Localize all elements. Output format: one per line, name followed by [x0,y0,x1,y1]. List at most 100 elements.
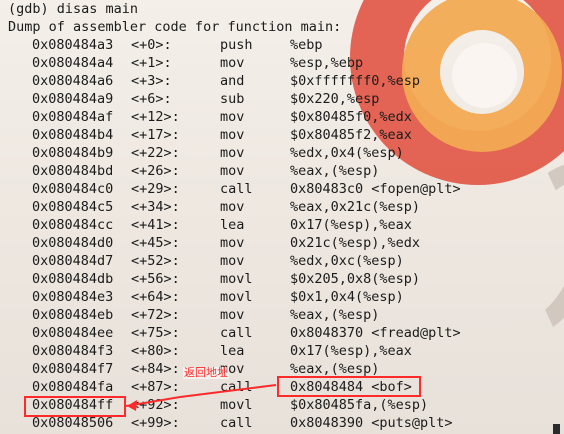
instruction-operands: %esp,%ebp [290,55,364,71]
instruction-row: 0x080484b9 <+22>: mov %edx,0x4(%esp) [8,144,564,162]
instruction-address: 0x080484f3 [32,343,114,359]
instruction-row: 0x080484a4 <+1>: mov %esp,%ebp [8,54,564,72]
instruction-mnemonic: mov [220,253,245,269]
instruction-operands: $0x80485f2,%eax [290,127,412,143]
instruction-operands: 0x21c(%esp),%edx [290,235,421,251]
instruction-row: 0x080484a6 <+3>: and $0xfffffff0,%esp [8,72,564,90]
instruction-row: 0x080484cc <+41>: lea 0x17(%esp),%eax [8,216,564,234]
instruction-mnemonic: mov [220,199,245,215]
instruction-row: 0x080484b4 <+17>: mov $0x80485f2,%eax [8,126,564,144]
instruction-address: 0x08048506 [32,415,114,431]
instruction-row: 0x080484c0 <+29>: call 0x80483c0 <fopen@… [8,180,564,198]
instruction-row: 0x080484f3 <+80>: lea 0x17(%esp),%eax [8,342,564,360]
instruction-offset: <+56>: [131,271,180,287]
gdb-command-line: (gdb) disas main [8,1,139,17]
instruction-row: 0x080484fa <+87>: call 0x8048484 <bof> [8,378,564,396]
instruction-row: 0x080484d7 <+52>: mov %edx,0xc(%esp) [8,252,564,270]
instruction-operands: %eax,(%esp) [290,361,380,377]
instruction-address: 0x080484fa [32,379,114,395]
instruction-address: 0x080484a4 [32,55,114,71]
instruction-address: 0x080484f7 [32,361,114,377]
instruction-row: 0x080484eb <+72>: mov %eax,(%esp) [8,306,564,324]
instruction-address: 0x080484c0 [32,181,114,197]
instruction-address: 0x080484b9 [32,145,114,161]
instruction-address: 0x080484eb [32,307,114,323]
instruction-operands: %eax,(%esp) [290,163,380,179]
instruction-offset: <+12>: [131,109,180,125]
instruction-address: 0x080484ee [32,325,114,341]
instruction-offset: <+6>: [131,91,172,107]
instruction-row: 0x08048506 <+99>: call 0x8048390 <puts@p… [8,414,564,432]
instruction-mnemonic: mov [220,163,245,179]
instruction-operands: 0x17(%esp),%eax [290,217,412,233]
instruction-operands: %ebp [290,37,323,53]
instruction-offset: <+64>: [131,289,180,305]
instruction-mnemonic: movl [220,271,253,287]
instruction-offset: <+84>: [131,361,180,377]
instruction-mnemonic: call [220,415,253,431]
instruction-offset: <+1>: [131,55,172,71]
instruction-operands: $0x80485fa,(%esp) [290,397,429,413]
instruction-operands: %eax,0x21c(%esp) [290,199,421,215]
instruction-row: 0x080484e3 <+64>: movl $0x1,0x4(%esp) [8,288,564,306]
instruction-row: 0x080484ff <+92>: movl $0x80485fa,(%esp) [8,396,564,414]
instruction-offset: <+17>: [131,127,180,143]
instruction-offset: <+45>: [131,235,180,251]
instruction-row: 0x080484bd <+26>: mov %eax,(%esp) [8,162,564,180]
instruction-mnemonic: mov [220,127,245,143]
instruction-offset: <+99>: [131,415,180,431]
instruction-address: 0x080484b4 [32,127,114,143]
instruction-offset: <+26>: [131,163,180,179]
instruction-offset: <+3>: [131,73,172,89]
return-address-annotation: 返回地址 [183,366,229,379]
instruction-operands: %eax,(%esp) [290,307,380,323]
instruction-row: 0x080484db <+56>: movl $0x205,0x8(%esp) [8,270,564,288]
instruction-offset: <+72>: [131,307,180,323]
instruction-operands: $0xfffffff0,%esp [290,73,421,89]
instruction-operands: $0x1,0x4(%esp) [290,289,404,305]
instruction-operands: 0x17(%esp),%eax [290,343,412,359]
instruction-mnemonic: movl [220,397,253,413]
instruction-mnemonic: push [220,37,253,53]
instruction-mnemonic: mov [220,145,245,161]
instruction-operands: %edx,0x4(%esp) [290,145,404,161]
instruction-mnemonic: lea [220,343,245,359]
instruction-operands: 0x8048484 <bof> [290,379,412,395]
instruction-address: 0x080484cc [32,217,114,233]
instruction-mnemonic: mov [220,109,245,125]
instruction-address: 0x080484c5 [32,199,114,215]
instruction-operands: $0x80485f0,%edx [290,109,412,125]
terminal-cursor [553,424,560,434]
instruction-address: 0x080484a9 [32,91,114,107]
instruction-operands: %edx,0xc(%esp) [290,253,404,269]
instruction-address: 0x080484af [32,109,114,125]
instruction-offset: <+0>: [131,37,172,53]
instruction-address: 0x080484d0 [32,235,114,251]
instruction-address: 0x080484bd [32,163,114,179]
disassembly-header: Dump of assembler code for function main… [8,19,342,35]
instruction-mnemonic: mov [220,55,245,71]
instruction-mnemonic: call [220,325,253,341]
instruction-offset: <+29>: [131,181,180,197]
instruction-mnemonic: call [220,181,253,197]
instruction-mnemonic: mov [220,235,245,251]
instruction-offset: <+80>: [131,343,180,359]
instruction-row: 0x080484f7 <+84>: mov %eax,(%esp) [8,360,564,378]
instruction-address: 0x080484e3 [32,289,114,305]
instruction-mnemonic: call [220,379,253,395]
instruction-operands: $0x205,0x8(%esp) [290,271,421,287]
instruction-address: 0x080484a6 [32,73,114,89]
instruction-operands: 0x80483c0 <fopen@plt> [290,181,461,197]
instruction-mnemonic: lea [220,217,245,233]
instruction-row: 0x080484c5 <+34>: mov %eax,0x21c(%esp) [8,198,564,216]
instruction-row: 0x080484ee <+75>: call 0x8048370 <fread@… [8,324,564,342]
instruction-address: 0x080484a3 [32,37,114,53]
instruction-operands: 0x8048390 <puts@plt> [290,415,453,431]
instruction-address: 0x080484db [32,271,114,287]
instruction-mnemonic: and [220,73,245,89]
instruction-row: 0x080484af <+12>: mov $0x80485f0,%edx [8,108,564,126]
instruction-offset: <+34>: [131,199,180,215]
instruction-offset: <+87>: [131,379,180,395]
terminal-output[interactable]: (gdb) disas main Dump of assembler code … [0,0,564,434]
instruction-offset: <+52>: [131,253,180,269]
